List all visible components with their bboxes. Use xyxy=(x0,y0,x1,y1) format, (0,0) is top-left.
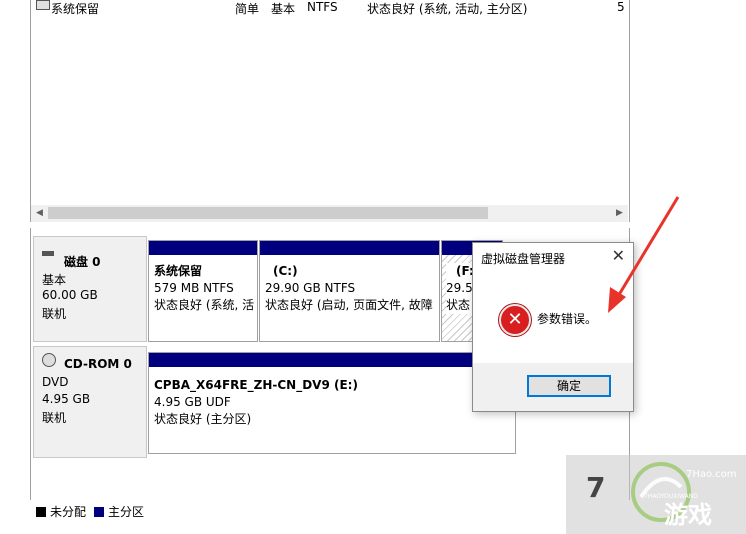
legend-primary: 主分区 xyxy=(94,503,144,520)
volume-type: 基本 xyxy=(271,2,296,16)
partition-bar xyxy=(149,241,257,255)
disk-title: CD-ROM 0 xyxy=(64,357,132,371)
partition-status: 状态良好 (启动, 页面文件, 故障 xyxy=(265,298,433,312)
cdrom-icon xyxy=(42,353,56,370)
disk-title: 磁盘 0 xyxy=(64,255,101,269)
partition-status: 状态良好 (系统, 活 xyxy=(154,298,255,312)
partition-bar xyxy=(149,353,515,367)
scrollbar-thumb[interactable] xyxy=(48,207,488,219)
disk-kind: 基本 xyxy=(42,273,67,287)
partition-name: CPBA_X64FRE_ZH-CN_DV9 (E:) xyxy=(154,378,358,392)
partition-size: 29.90 GB NTFS xyxy=(265,281,356,295)
dialog-title: 虚拟磁盘管理器 xyxy=(481,252,566,266)
legend-label: 主分区 xyxy=(108,505,145,519)
legend: 未分配 主分区 xyxy=(30,500,628,520)
partition-system-reserved[interactable]: 系统保留 579 MB NTFS 状态良好 (系统, 活 xyxy=(148,240,258,342)
ok-button[interactable]: 确定 xyxy=(527,375,611,397)
partition-c[interactable]: (C:) 29.90 GB NTFS 状态良好 (启动, 页面文件, 故障 xyxy=(259,240,440,342)
disk-size: 4.95 GB xyxy=(42,392,91,406)
red-arrow-icon xyxy=(608,196,680,313)
partition-status: 状态良好 (主分区) xyxy=(154,412,252,426)
disk-icon xyxy=(36,0,50,10)
error-icon: ✕ xyxy=(499,304,531,336)
disk-state: 联机 xyxy=(42,307,67,321)
watermark-subtitle: 7HAOYOUXIWANG xyxy=(644,493,698,500)
volume-name[interactable]: 系统保留 xyxy=(51,0,99,16)
watermark: 7 游戏 7Hao.com 7HAOYOUXIWANG xyxy=(566,455,746,534)
volume-fs: NTFS xyxy=(307,0,338,14)
legend-swatch-primary xyxy=(94,507,104,517)
volume-row-icon xyxy=(36,0,50,16)
dialog-message: 参数错误。 xyxy=(537,312,598,326)
volume-capacity: 5 xyxy=(617,0,625,14)
disk-0-label[interactable]: 磁盘 0 基本 60.00 GB 联机 xyxy=(33,236,147,342)
dialog-footer: 确定 xyxy=(473,363,633,411)
disk-state: 联机 xyxy=(42,411,67,425)
partition-name: 系统保留 xyxy=(154,264,203,278)
watermark-number: 7 xyxy=(586,471,606,504)
partition-size: 579 MB NTFS xyxy=(154,281,234,295)
horizontal-scrollbar[interactable]: ◀ ▶ xyxy=(31,205,628,222)
partition-bar xyxy=(260,241,439,255)
cdrom-0-label[interactable]: CD-ROM 0 DVD 4.95 GB 联机 xyxy=(33,346,147,458)
watermark-brand: 游戏 xyxy=(664,501,712,529)
volume-layout: 简单 xyxy=(235,2,260,16)
legend-swatch-unallocated xyxy=(36,507,46,517)
disk-kind: DVD xyxy=(42,375,69,389)
legend-label: 未分配 xyxy=(50,505,87,519)
scroll-left-icon[interactable]: ◀ xyxy=(31,205,48,222)
volume-list: 系统保留 简单 基本 NTFS 状态良好 (系统, 活动, 主分区) 5 xyxy=(30,0,630,222)
legend-unallocated: 未分配 xyxy=(36,503,86,520)
disk-size: 60.00 GB xyxy=(42,288,98,302)
disk-icon xyxy=(42,245,54,259)
partition-size: 4.95 GB UDF xyxy=(154,395,231,409)
partition-e[interactable]: CPBA_X64FRE_ZH-CN_DV9 (E:) 4.95 GB UDF 状… xyxy=(148,352,516,454)
watermark-url: 7Hao.com xyxy=(686,469,737,480)
volume-status: 状态良好 (系统, 活动, 主分区) xyxy=(367,2,528,16)
partition-name: (C:) xyxy=(273,264,298,278)
